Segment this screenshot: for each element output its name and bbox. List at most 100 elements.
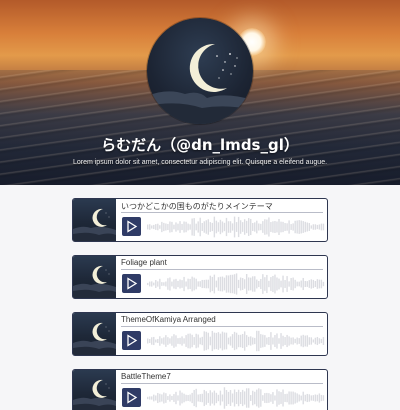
play-button[interactable] bbox=[122, 331, 141, 350]
waveform-bar bbox=[199, 217, 201, 237]
waveform-bar bbox=[147, 282, 149, 286]
waveform-bar bbox=[237, 334, 240, 348]
waveform-bar bbox=[276, 333, 278, 349]
waveform-bar bbox=[284, 280, 286, 288]
waveform-bar bbox=[165, 223, 167, 231]
waveform-bar bbox=[195, 223, 197, 231]
waveform-bar bbox=[245, 220, 248, 234]
waveform-bar bbox=[197, 334, 199, 348]
waveform-bar bbox=[149, 339, 151, 343]
waveform-bar bbox=[173, 334, 175, 348]
waveform-bar bbox=[292, 223, 294, 231]
waveform-bar bbox=[312, 395, 315, 401]
waveform-bar bbox=[233, 331, 236, 351]
waveform-bar bbox=[278, 391, 280, 405]
waveform-bar bbox=[187, 278, 189, 290]
waveform-bar bbox=[235, 273, 238, 295]
waveform-bar bbox=[245, 335, 248, 347]
waveform-bar bbox=[241, 278, 244, 290]
waveform-bar bbox=[207, 332, 209, 350]
waveform-bar bbox=[153, 394, 155, 402]
waveform-bar bbox=[290, 224, 292, 230]
waveform-bar bbox=[239, 277, 242, 291]
play-icon bbox=[127, 391, 138, 404]
waveform-bar bbox=[282, 335, 284, 347]
waveform-bar bbox=[258, 223, 260, 231]
track-title[interactable]: ThemeOfKamiya Arranged bbox=[121, 315, 321, 326]
waveform-bar bbox=[219, 390, 222, 406]
waveform-bar bbox=[161, 394, 163, 402]
waveform-bar bbox=[177, 223, 179, 231]
waveform-bar bbox=[233, 274, 236, 294]
waveform-bar bbox=[304, 394, 306, 402]
track-card: いつかどこかの国ものがたりメインテーマ bbox=[72, 198, 328, 242]
waveform-bar bbox=[151, 396, 153, 400]
waveform-bar bbox=[157, 223, 159, 231]
waveform-bar bbox=[262, 334, 264, 348]
waveform-bar bbox=[288, 281, 290, 287]
waveform-bar bbox=[266, 219, 268, 235]
waveform-bar bbox=[219, 333, 222, 349]
waveform-bar bbox=[199, 394, 201, 402]
waveform-bar bbox=[248, 218, 250, 236]
waveform-bar bbox=[159, 336, 161, 346]
waveform-bar bbox=[193, 389, 195, 407]
play-button[interactable] bbox=[122, 217, 141, 236]
waveform-bar bbox=[264, 277, 266, 291]
waveform-bar bbox=[272, 221, 274, 233]
waveform-bar bbox=[147, 396, 149, 400]
waveform-bar bbox=[316, 279, 319, 289]
waveform-bar bbox=[147, 224, 149, 230]
waveform-bar bbox=[207, 393, 209, 403]
waveform-bar bbox=[185, 281, 187, 287]
track-title[interactable]: BattleTheme7 bbox=[121, 372, 321, 383]
play-button[interactable] bbox=[122, 388, 141, 407]
waveform-bar bbox=[288, 220, 290, 234]
waveform-bar bbox=[167, 337, 169, 345]
waveform-bar bbox=[278, 218, 280, 236]
waveform-bar bbox=[147, 338, 149, 344]
waveform-bar bbox=[203, 221, 205, 233]
waveform-bar bbox=[316, 394, 319, 402]
waveform-bar bbox=[221, 276, 224, 292]
waveform-bar bbox=[203, 389, 205, 407]
waveform-bar bbox=[322, 337, 325, 345]
waveform-bar bbox=[298, 338, 300, 344]
waveform-bar bbox=[159, 393, 161, 403]
waveform-bar bbox=[181, 223, 183, 231]
waveform-bar bbox=[266, 392, 268, 404]
waveform-bar bbox=[304, 335, 306, 347]
waveform-bar bbox=[314, 337, 317, 345]
waveform-bar bbox=[175, 278, 177, 290]
waveform-bar bbox=[262, 274, 264, 294]
track-artwork bbox=[73, 256, 116, 298]
waveform-bar bbox=[256, 389, 258, 407]
waveform-bar bbox=[203, 279, 205, 289]
track-title[interactable]: Foliage plant bbox=[121, 258, 321, 269]
waveform-bar bbox=[296, 337, 298, 345]
track-title[interactable]: いつかどこかの国ものがたりメインテーマ bbox=[121, 201, 321, 212]
waveform-bar bbox=[167, 223, 169, 231]
waveform-bar bbox=[241, 222, 244, 232]
waveform-bar bbox=[304, 221, 306, 233]
waveform-bar bbox=[258, 280, 260, 288]
waveform-bar bbox=[264, 219, 266, 235]
waveform-bar bbox=[320, 223, 323, 231]
waveform-bar bbox=[223, 277, 226, 291]
play-button[interactable] bbox=[122, 274, 141, 293]
waveform-bar bbox=[286, 393, 288, 403]
waveform-bar bbox=[187, 223, 189, 231]
waveform-bar bbox=[260, 223, 262, 231]
waveform-bar bbox=[296, 220, 298, 234]
waveform[interactable] bbox=[147, 215, 325, 239]
waveform-bar bbox=[167, 278, 169, 290]
waveform-bar bbox=[211, 222, 214, 232]
waveform-bar bbox=[199, 281, 201, 287]
waveform-bar bbox=[270, 394, 272, 402]
waveform[interactable] bbox=[147, 272, 325, 296]
waveform[interactable] bbox=[147, 386, 325, 410]
waveform-bar bbox=[179, 221, 181, 233]
waveform[interactable] bbox=[147, 329, 325, 353]
waveform-bar bbox=[260, 389, 262, 407]
avatar[interactable] bbox=[147, 18, 253, 124]
